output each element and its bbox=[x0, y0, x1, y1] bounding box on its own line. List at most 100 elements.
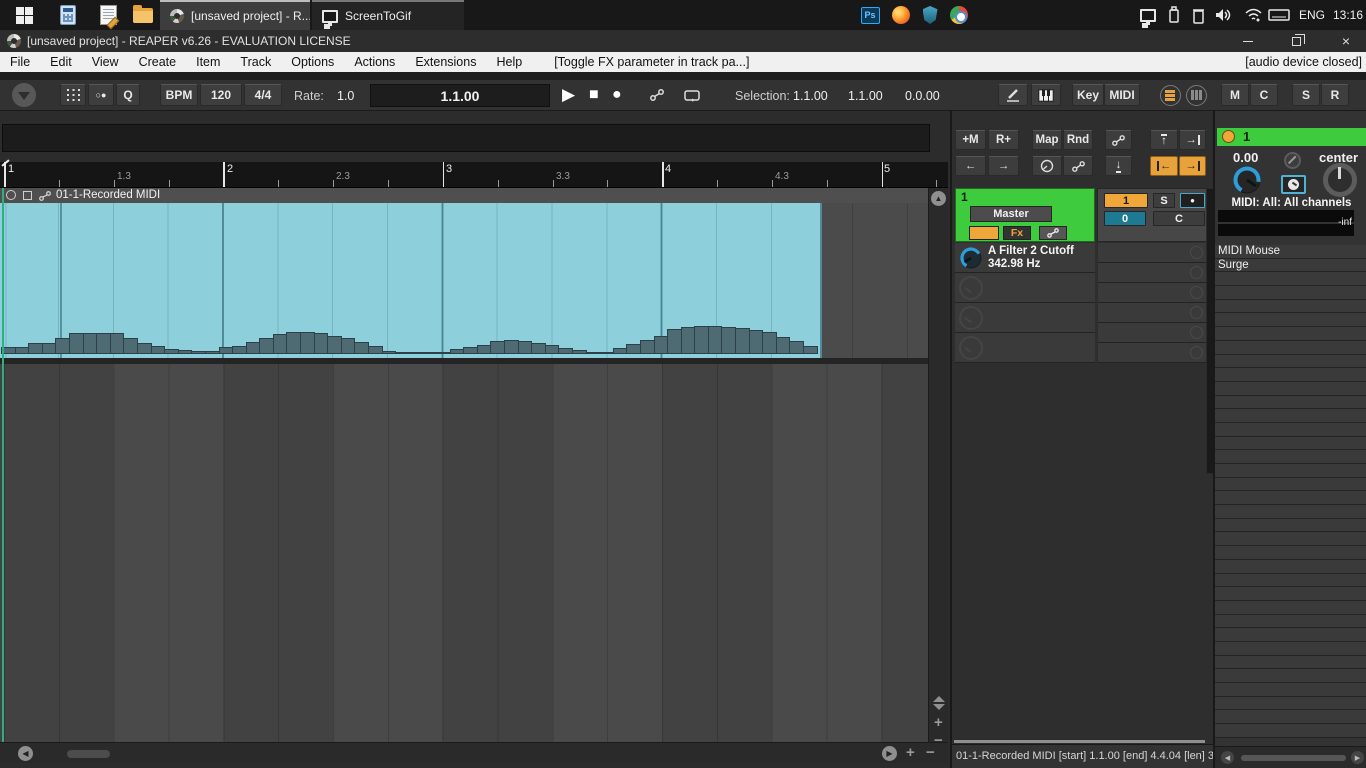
knob-mode-button[interactable] bbox=[1032, 156, 1062, 176]
record-arm-icon[interactable] bbox=[1222, 130, 1235, 143]
mixer-fx-slot-empty[interactable] bbox=[1215, 628, 1366, 642]
time-signature-button[interactable]: 4/4 bbox=[244, 84, 282, 106]
tray-device-button[interactable] bbox=[1186, 0, 1210, 30]
grid-settings-button[interactable] bbox=[60, 84, 86, 106]
tray-display-button[interactable] bbox=[1134, 0, 1162, 30]
scroll-left-icon[interactable]: ◀ bbox=[18, 746, 33, 761]
fx-mini-slot[interactable] bbox=[1098, 303, 1206, 323]
scroll-right-icon[interactable]: ▶ bbox=[1351, 751, 1364, 764]
move-to-end-button[interactable]: → bbox=[1179, 130, 1206, 150]
r-plus-button[interactable]: R+ bbox=[988, 130, 1019, 150]
mixer-fx-slot-empty[interactable] bbox=[1215, 573, 1366, 588]
mixer-fx-slot-empty[interactable] bbox=[1215, 477, 1366, 492]
horizontal-scrollbar[interactable]: ◀ ▶ + − bbox=[0, 742, 948, 763]
mixer-fx-slot-empty[interactable] bbox=[1215, 669, 1366, 683]
playback-position-display[interactable]: 1.1.00 bbox=[370, 84, 550, 107]
tray-photoshop-button[interactable]: Ps bbox=[855, 0, 885, 30]
mixer-fx-slot-empty[interactable] bbox=[1215, 422, 1366, 437]
volume-value[interactable]: 0.00 bbox=[1233, 150, 1258, 165]
add-modulation-button[interactable]: +M bbox=[955, 130, 986, 150]
mixer-fx-slot-empty[interactable] bbox=[1215, 409, 1366, 423]
mixer-fx-slot[interactable]: Surge bbox=[1215, 258, 1366, 273]
mixer-fx-slot-empty[interactable] bbox=[1215, 696, 1366, 711]
restore-button[interactable] bbox=[1276, 30, 1316, 52]
tray-keyboard-button[interactable] bbox=[1264, 0, 1294, 30]
rate-value[interactable]: 1.0 bbox=[337, 89, 354, 103]
menu-options[interactable]: Options bbox=[281, 55, 344, 69]
mixer-track-header[interactable]: 1 bbox=[1217, 128, 1366, 146]
horizontal-zoom-out-button[interactable]: − bbox=[926, 745, 935, 760]
fx-panel-hscroll-thumb[interactable] bbox=[954, 740, 1205, 743]
virtual-keyboard-button[interactable] bbox=[1031, 84, 1061, 106]
master-record-button[interactable]: R bbox=[1321, 84, 1349, 106]
mixer-fx-slot-empty[interactable] bbox=[1215, 272, 1366, 287]
bpm-label-button[interactable]: BPM bbox=[160, 84, 198, 106]
link-button[interactable] bbox=[644, 84, 670, 106]
vzoom-drag-icon[interactable] bbox=[933, 704, 945, 710]
taskbar-calculator-button[interactable] bbox=[48, 0, 88, 30]
mixer-fx-slot[interactable]: MIDI Mouse bbox=[1215, 245, 1366, 259]
scroll-left-icon[interactable]: ◀ bbox=[1221, 751, 1234, 764]
mixer-fx-slot-empty[interactable] bbox=[1215, 354, 1366, 369]
item-mute-icon[interactable] bbox=[6, 190, 16, 200]
key-snap-button[interactable]: Key bbox=[1072, 84, 1104, 106]
pan-center-button[interactable]: C bbox=[1153, 211, 1205, 226]
mixer-fx-slot-empty[interactable] bbox=[1215, 710, 1366, 725]
fx-mini-slot[interactable] bbox=[1098, 343, 1206, 363]
mixer-fx-slot-empty[interactable] bbox=[1215, 286, 1366, 300]
selection-end[interactable]: 1.1.00 bbox=[848, 89, 883, 103]
mixer-fx-slot-empty[interactable] bbox=[1215, 641, 1366, 656]
scroll-right-icon[interactable]: ▶ bbox=[882, 746, 897, 761]
vzoom-drag-icon[interactable] bbox=[933, 696, 945, 702]
io-button[interactable] bbox=[1039, 226, 1067, 240]
map-button[interactable]: Map bbox=[1032, 130, 1062, 150]
track-lane-empty[interactable] bbox=[822, 203, 928, 358]
menu-actions[interactable]: Actions bbox=[344, 55, 405, 69]
language-indicator[interactable]: ENG bbox=[1294, 0, 1330, 30]
record-mode-button[interactable]: ○● bbox=[88, 84, 114, 106]
mixer-fx-slot-empty[interactable] bbox=[1215, 587, 1366, 601]
link-mode-button[interactable] bbox=[1063, 156, 1093, 176]
mixer-fx-slot-empty[interactable] bbox=[1215, 464, 1366, 478]
taskbar-window-screentogif[interactable]: ScreenToGif bbox=[312, 0, 464, 30]
fx-param-slot[interactable] bbox=[955, 333, 1095, 363]
edit-mode-button[interactable] bbox=[998, 84, 1028, 106]
mixer-fx-slot-empty[interactable] bbox=[1215, 559, 1366, 574]
pan-knob[interactable] bbox=[1323, 163, 1357, 197]
mixer-fx-slot-empty[interactable] bbox=[1215, 436, 1366, 451]
next-button[interactable]: → bbox=[988, 156, 1019, 176]
start-button[interactable] bbox=[0, 0, 48, 30]
arrange-background[interactable] bbox=[0, 364, 928, 742]
vertical-lanes-icon[interactable] bbox=[1186, 85, 1207, 106]
mixer-fx-slot-empty[interactable] bbox=[1215, 340, 1366, 355]
selection-length[interactable]: 0.0.00 bbox=[905, 89, 940, 103]
item-lock-icon[interactable] bbox=[23, 191, 32, 200]
mixer-fx-slot-empty[interactable] bbox=[1215, 518, 1366, 533]
fx-button[interactable]: Fx bbox=[1003, 226, 1031, 240]
quantize-button[interactable]: Q bbox=[116, 84, 140, 106]
move-to-top-button[interactable]: ↑ bbox=[1150, 130, 1178, 150]
mixer-fx-slot-empty[interactable] bbox=[1215, 724, 1366, 738]
track-panel[interactable]: 1 Master Fx bbox=[955, 188, 1095, 242]
go-to-end-button[interactable]: → bbox=[1179, 156, 1206, 176]
fx-param-row[interactable]: A Filter 2 Cutoff 342.98 Hz bbox=[955, 243, 1095, 273]
tray-chrome-button[interactable] bbox=[944, 0, 974, 30]
mixer-fx-slot-empty[interactable] bbox=[1215, 600, 1366, 615]
tray-shield-button[interactable] bbox=[915, 0, 945, 30]
mono-button[interactable] bbox=[1281, 175, 1306, 194]
input-channel-button[interactable]: 0 bbox=[1104, 211, 1146, 226]
timeline-ruler[interactable]: 1 1.3 2 2.3 3 3.3 4 4.3 5 bbox=[0, 162, 948, 188]
mixer-fx-slot-empty[interactable] bbox=[1215, 683, 1366, 697]
taskbar-window-reaper[interactable]: [unsaved project] - R... bbox=[160, 0, 310, 30]
prev-button[interactable]: ← bbox=[955, 156, 986, 176]
repeat-button[interactable] bbox=[678, 84, 706, 106]
horizontal-zoom-in-button[interactable]: + bbox=[906, 745, 915, 760]
fx-mini-slot[interactable] bbox=[1098, 283, 1206, 303]
vertical-zoom-in-button[interactable]: + bbox=[934, 715, 943, 730]
mixer-fx-slot-empty[interactable] bbox=[1215, 655, 1366, 670]
taskbar-explorer-button[interactable] bbox=[128, 0, 158, 30]
mixer-scroll-thumb[interactable] bbox=[1241, 755, 1346, 761]
master-mute-button[interactable]: M bbox=[1221, 84, 1249, 106]
minimize-button[interactable] bbox=[1228, 30, 1268, 52]
go-to-start-button[interactable]: ← bbox=[1150, 156, 1178, 176]
